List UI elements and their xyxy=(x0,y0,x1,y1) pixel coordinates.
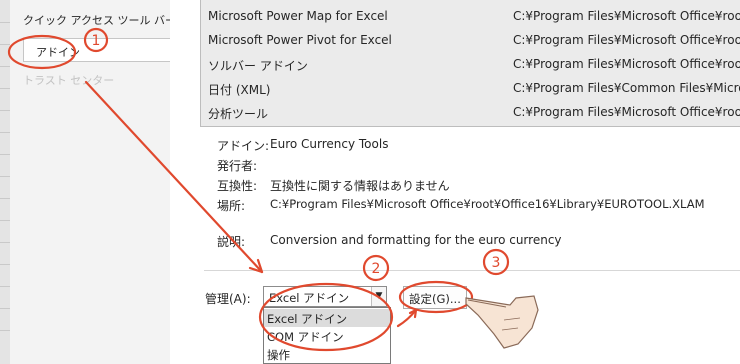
addin-value: Euro Currency Tools xyxy=(270,137,389,151)
list-item[interactable]: ソルバー アドイン C:¥Program Files¥Microsoft Off… xyxy=(208,53,740,77)
gridline xyxy=(0,132,10,133)
publisher-label: 発行者: xyxy=(217,159,258,173)
list-item[interactable]: 分析ツール C:¥Program Files¥Microsoft Office¥… xyxy=(208,101,740,125)
addin-list[interactable]: Microsoft Power Map for Excel C:¥Program… xyxy=(200,0,740,127)
gridline xyxy=(0,242,10,243)
compat-value: 互換性に関する情報はありません xyxy=(270,179,450,193)
manage-select-value: Excel アドイン xyxy=(269,291,350,305)
chevron-down-icon[interactable]: ▼ xyxy=(371,287,386,306)
option-label: 操作 xyxy=(267,348,290,362)
list-item[interactable]: Microsoft Power Map for Excel C:¥Program… xyxy=(208,5,740,29)
addin-name: Microsoft Power Pivot for Excel xyxy=(208,33,392,47)
addin-name: ソルバー アドイン xyxy=(208,59,308,73)
gridline xyxy=(0,44,10,45)
divider xyxy=(204,270,740,271)
addin-location: C:¥Program Files¥Common Files¥Microso xyxy=(513,81,740,95)
gridline xyxy=(0,22,10,23)
settings-button[interactable]: 設定(G)... xyxy=(403,286,467,309)
list-item[interactable]: 日付 (XML) C:¥Program Files¥Common Files¥M… xyxy=(208,77,740,101)
gridline xyxy=(0,330,10,331)
manage-label: 管理(A): xyxy=(205,292,251,306)
gridline xyxy=(0,66,10,67)
manage-dropdown-list: Excel アドイン COM アドイン 操作 xyxy=(263,307,391,364)
nav-item-label: アドイン xyxy=(36,46,80,59)
list-item[interactable]: Microsoft Power Pivot for Excel C:¥Progr… xyxy=(208,29,740,53)
location-label: 場所: xyxy=(217,199,246,213)
gridline xyxy=(0,110,10,111)
addin-location: C:¥Program Files¥Microsoft Office¥root¥ xyxy=(513,33,740,47)
addin-label: アドイン: xyxy=(217,139,270,153)
gridline xyxy=(0,308,10,309)
gridline xyxy=(0,220,10,221)
gridline xyxy=(0,154,10,155)
location-value: C:¥Program Files¥Microsoft Office¥root¥O… xyxy=(270,197,705,211)
addin-name: 日付 (XML) xyxy=(208,83,271,97)
addin-location: C:¥Program Files¥Microsoft Office¥root¥ xyxy=(513,105,740,119)
option-label: COM アドイン xyxy=(267,330,344,344)
gridline xyxy=(0,176,10,177)
gridline xyxy=(0,88,10,89)
addin-name: Microsoft Power Map for Excel xyxy=(208,9,388,23)
description-value: Conversion and formatting for the euro c… xyxy=(270,233,562,247)
nav-item-label: トラスト センター xyxy=(23,74,115,87)
gridline xyxy=(0,198,10,199)
description-label: 説明: xyxy=(217,235,246,249)
options-nav: クイック アクセス ツール バー アドイン トラスト センター xyxy=(10,0,179,364)
option-actions[interactable]: 操作 xyxy=(264,345,390,363)
addin-name: 分析ツール xyxy=(208,107,269,121)
option-label: Excel アドイン xyxy=(267,312,348,326)
option-excel-addins[interactable]: Excel アドイン xyxy=(264,309,390,327)
settings-button-label: 設定(G)... xyxy=(409,292,461,306)
compat-label: 互換性: xyxy=(217,179,258,193)
addin-location: C:¥Program Files¥Microsoft Office¥root¥ xyxy=(513,57,740,71)
gridline xyxy=(0,286,10,287)
nav-item-quick-access[interactable]: クイック アクセス ツール バー xyxy=(23,12,176,28)
nav-item-trust-center[interactable]: トラスト センター xyxy=(23,72,114,88)
gridline xyxy=(0,264,10,265)
manage-select[interactable]: Excel アドイン ▼ xyxy=(263,286,387,307)
nav-item-addins[interactable]: アドイン xyxy=(23,38,179,62)
addin-location: C:¥Program Files¥Microsoft Office¥root¥ xyxy=(513,9,740,23)
nav-item-label: クイック アクセス ツール バー xyxy=(23,14,176,27)
option-com-addins[interactable]: COM アドイン xyxy=(264,327,390,345)
